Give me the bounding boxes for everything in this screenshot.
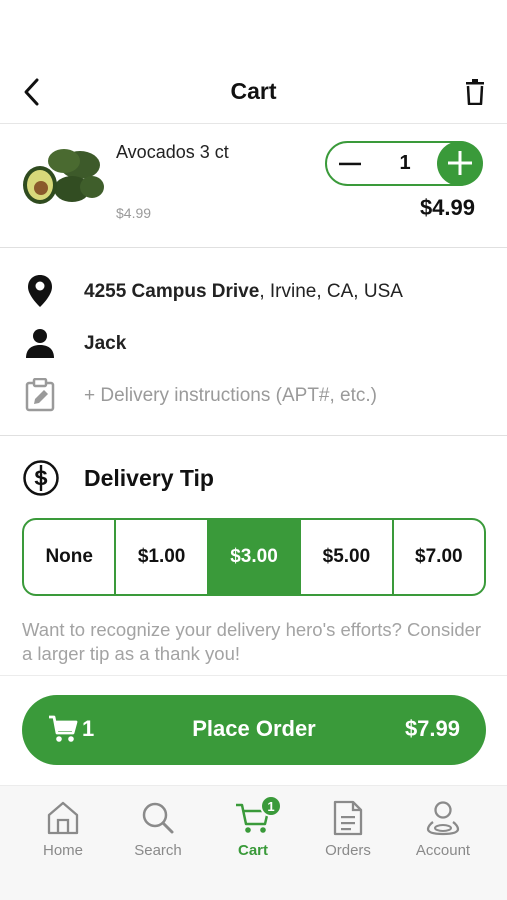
clipboard-edit-icon <box>25 378 55 412</box>
recipient-row[interactable]: Jack <box>0 323 507 363</box>
delivery-instructions-input[interactable]: + Delivery instructions (APT#, etc.) <box>84 385 377 407</box>
tab-cart[interactable]: 1 Cart <box>208 795 298 868</box>
delivery-instructions-row[interactable]: + Delivery instructions (APT#, etc.) <box>0 375 507 415</box>
tab-account-label: Account <box>415 842 471 859</box>
header: Cart <box>0 60 507 124</box>
tip-option-1[interactable]: $1.00 <box>116 520 209 594</box>
tip-option-5[interactable]: $5.00 <box>301 520 394 594</box>
person-icon <box>26 329 54 358</box>
address-row[interactable]: 4255 Campus Drive, Irvine, CA, USA <box>0 271 507 311</box>
bottom-tab-bar: Home Search 1 Cart Orders Account <box>0 785 507 900</box>
tip-note: Want to recognize your delivery hero's e… <box>22 619 482 664</box>
order-total: $7.99 <box>404 716 460 741</box>
quantity-stepper: 1 <box>325 140 483 186</box>
tip-option-7[interactable]: $7.00 <box>394 520 484 594</box>
tip-selector: None $1.00 $3.00 $5.00 $7.00 <box>22 518 486 596</box>
orders-icon <box>333 800 363 836</box>
place-order-button[interactable]: 1 Place Order $7.99 <box>22 695 486 765</box>
delivery-tip-title: Delivery Tip <box>84 464 214 491</box>
address-city: , Irvine, CA, USA <box>259 281 403 302</box>
cart-item: Avocados 3 ct $4.99 1 $4.99 <box>0 125 507 248</box>
delivery-details: 4255 Campus Drive, Irvine, CA, USA Jack … <box>0 249 507 436</box>
tab-home[interactable]: Home <box>18 798 108 868</box>
tab-cart-label: Cart <box>237 842 268 859</box>
delivery-tip-header: S Delivery Tip <box>22 458 214 498</box>
item-total: $4.99 <box>419 195 475 220</box>
tab-home-label: Home <box>42 842 83 859</box>
divider <box>0 675 507 676</box>
plus-icon <box>447 151 472 175</box>
home-icon <box>47 801 79 835</box>
delete-cart-button[interactable] <box>457 74 493 110</box>
tip-option-none[interactable]: None <box>24 520 117 594</box>
item-name: Avocados 3 ct <box>116 142 229 162</box>
quantity-value: 1 <box>399 152 411 174</box>
address-street: 4255 Campus Drive <box>84 281 260 302</box>
dollar-circle-icon: S <box>23 460 59 496</box>
recipient-name: Jack <box>84 333 127 354</box>
trash-icon <box>466 79 484 105</box>
avocado-image <box>23 149 104 204</box>
search-icon <box>142 802 174 834</box>
cart-badge: 1 <box>260 795 282 817</box>
account-icon <box>426 801 460 836</box>
location-pin-icon <box>28 275 52 307</box>
increase-quantity-button[interactable] <box>436 140 483 186</box>
tip-option-3[interactable]: $3.00 <box>208 520 302 594</box>
tab-search-label: Search <box>134 842 182 859</box>
minus-icon <box>339 162 361 166</box>
tab-account[interactable]: Account <box>398 798 488 868</box>
page-title: Cart <box>230 78 277 104</box>
decrease-quantity-button[interactable] <box>333 147 367 181</box>
tab-search[interactable]: Search <box>113 798 203 868</box>
tab-orders[interactable]: Orders <box>303 798 393 868</box>
tab-orders-label: Orders <box>325 842 371 859</box>
item-unit-price: $4.99 <box>116 205 152 221</box>
